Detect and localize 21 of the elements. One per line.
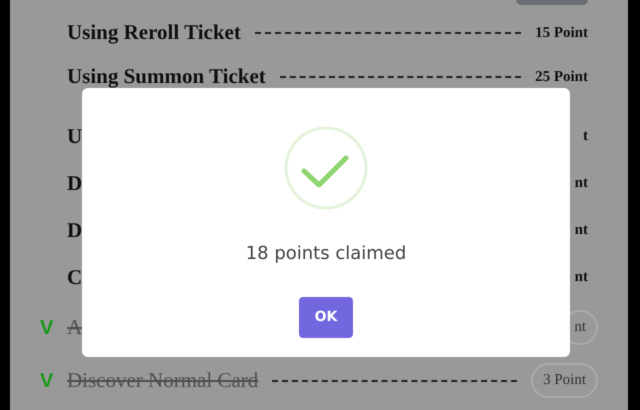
top-button[interactable] <box>516 0 588 5</box>
task-title: A <box>67 314 82 341</box>
task-points: 3 Point <box>531 363 598 398</box>
task-points: nt <box>574 268 588 288</box>
task-points: 25 Point <box>535 68 588 87</box>
ok-button[interactable]: OK <box>299 297 353 338</box>
task-points: nt <box>574 221 588 240</box>
task-points: t <box>583 127 588 146</box>
dialog-message: 18 points claimed <box>246 242 406 266</box>
check-mark: V <box>40 316 54 340</box>
task-title: Using Summon Ticket <box>67 63 266 90</box>
task-title: D <box>67 170 82 197</box>
task-title: U <box>67 122 82 150</box>
task-points: nt <box>574 174 588 194</box>
check-mark: V <box>40 368 54 394</box>
task-title: Discover Normal Card <box>67 366 258 394</box>
task-points: 15 Point <box>535 24 588 43</box>
task-title: Using Reroll Ticket <box>67 19 241 46</box>
check-icon <box>284 126 368 210</box>
task-title: C <box>67 264 82 291</box>
task-title: D <box>67 216 82 244</box>
